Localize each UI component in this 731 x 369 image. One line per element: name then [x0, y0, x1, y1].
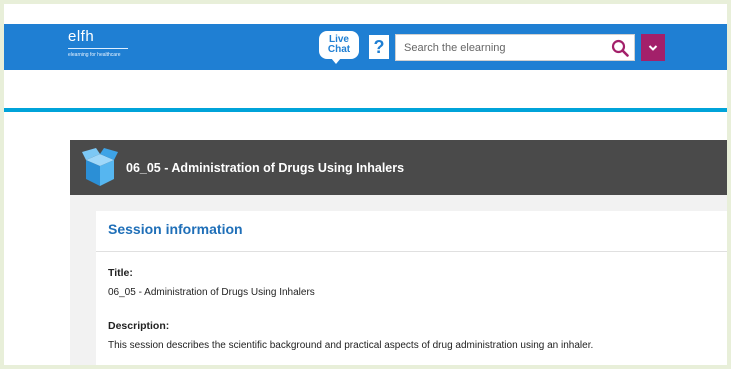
search-input[interactable]: [396, 35, 606, 60]
header-divider: [4, 108, 727, 112]
title-value: 06_05 - Administration of Drugs Using In…: [108, 287, 315, 298]
browser-viewport: elfh elearning for healthcare Live Chat …: [4, 4, 727, 365]
description-value: This session describes the scientific ba…: [108, 340, 594, 351]
live-chat-line2: Chat: [327, 44, 351, 55]
title-label: Title:: [108, 267, 133, 279]
session-panel: Session information Title: 06_05 - Admin…: [70, 195, 727, 365]
elfh-logo[interactable]: elfh elearning for healthcare: [68, 29, 128, 58]
session-card: Session information Title: 06_05 - Admin…: [96, 211, 727, 365]
box-icon: [82, 147, 118, 188]
logo-text: elfh: [68, 28, 95, 45]
course-title-bar: 06_05 - Administration of Drugs Using In…: [70, 140, 727, 195]
chevron-down-icon: [648, 39, 658, 57]
session-heading: Session information: [108, 221, 243, 237]
description-label: Description:: [108, 320, 170, 332]
course-title: 06_05 - Administration of Drugs Using In…: [126, 160, 405, 175]
menu-dropdown-button[interactable]: [641, 34, 665, 61]
site-header: elfh elearning for healthcare Live Chat …: [4, 24, 727, 70]
search-icon[interactable]: [606, 35, 634, 61]
help-button[interactable]: ?: [369, 35, 389, 59]
search-box: [395, 34, 635, 61]
session-divider: [96, 251, 727, 252]
logo-divider: [68, 48, 128, 49]
live-chat-button[interactable]: Live Chat: [319, 31, 359, 64]
logo-tagline: elearning for healthcare: [68, 52, 121, 58]
